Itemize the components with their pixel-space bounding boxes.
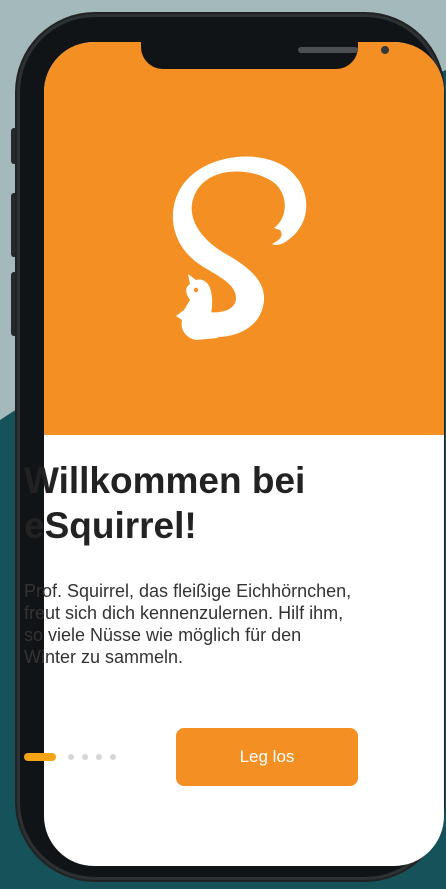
hero-banner xyxy=(44,42,444,435)
welcome-description: Prof. Squirrel, das fleißige Eichhörnche… xyxy=(24,581,352,667)
phone-camera xyxy=(381,46,389,54)
page-indicator-dot-1-active[interactable] xyxy=(24,753,56,761)
get-started-button[interactable]: Leg los xyxy=(176,728,358,786)
phone-notch xyxy=(141,42,389,69)
page-indicator-dot-5[interactable] xyxy=(110,754,116,760)
phone-speaker xyxy=(298,47,358,53)
mockup-canvas: Willkommen bei eSquirrel! Prof. Squirrel… xyxy=(0,0,446,889)
page-indicator-dot-4[interactable] xyxy=(96,754,102,760)
page-indicator-dot-3[interactable] xyxy=(82,754,88,760)
page-indicator xyxy=(24,752,116,762)
page-indicator-dot-2[interactable] xyxy=(68,754,74,760)
welcome-title: Willkommen bei eSquirrel! xyxy=(24,460,306,546)
esquirrel-squirrel-logo-icon xyxy=(172,156,307,340)
